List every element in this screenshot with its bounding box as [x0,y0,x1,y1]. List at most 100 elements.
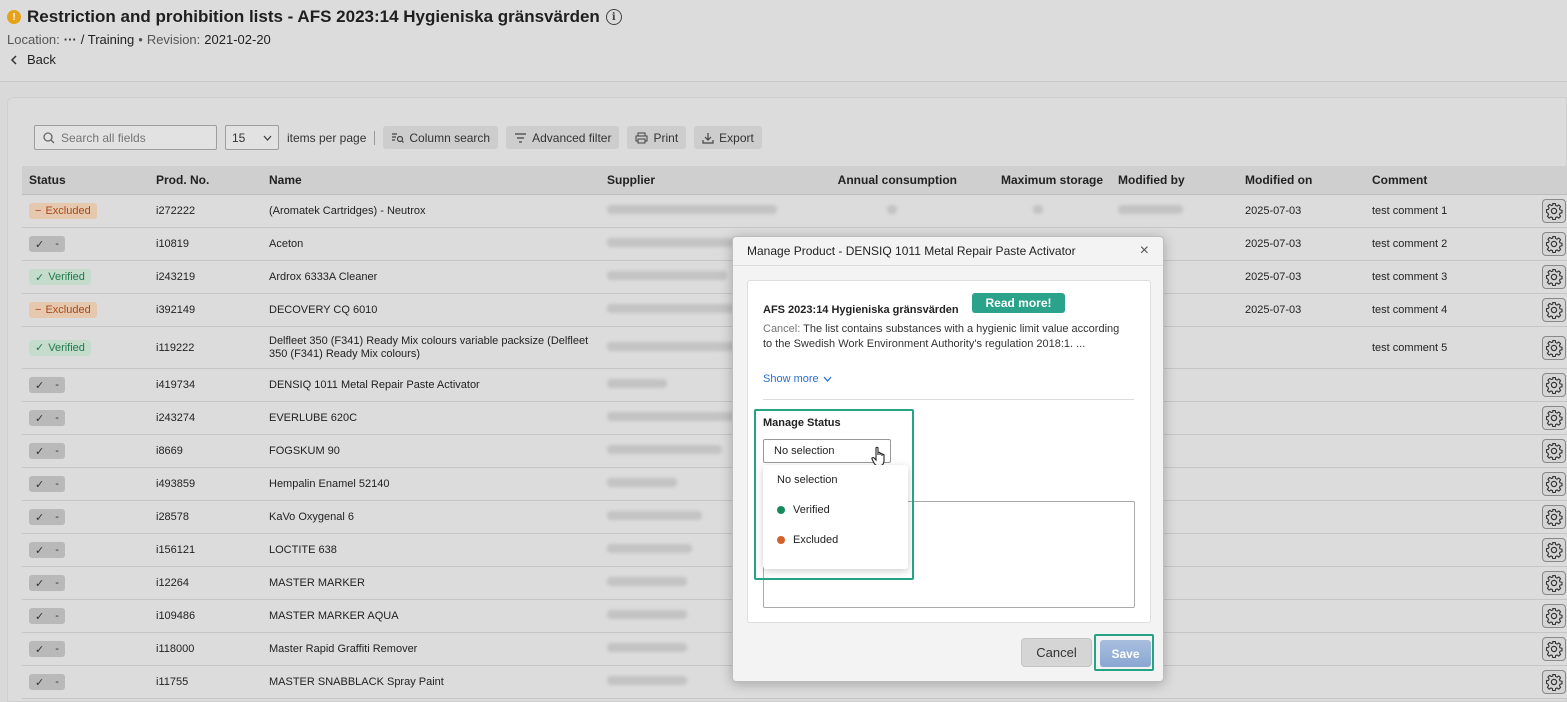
gear-icon [1545,376,1563,394]
column-search-label: Column search [409,130,491,145]
minus-icon: − [35,304,42,316]
cell-prod-no: i243274 [156,412,196,424]
cancel-button[interactable]: Cancel [1021,638,1092,667]
advanced-filter-button[interactable]: Advanced filter [506,126,620,149]
export-button[interactable]: Export [694,126,762,149]
row-settings-button[interactable] [1542,265,1566,289]
close-icon[interactable]: × [1140,242,1149,260]
status-badge-label: - [55,577,59,589]
show-more-link[interactable]: Show more [763,373,832,385]
advanced-filter-label: Advanced filter [532,130,612,145]
export-icon [702,132,714,144]
col-prod-no[interactable]: Prod. No. [148,173,262,187]
col-modified-on[interactable]: Modified on [1238,173,1365,187]
cell-status: ✓ - [22,674,148,690]
read-more-button[interactable]: Read more! [972,293,1065,313]
row-settings-button[interactable] [1542,199,1566,223]
cell-modified-on: 2025-07-03 [1245,304,1302,316]
status-badge-label: - [55,478,59,490]
description-text: The list contains substances with a hygi… [763,323,1120,350]
row-settings-button[interactable] [1542,406,1566,430]
info-icon[interactable]: i [605,9,622,25]
col-name[interactable]: Name [262,173,607,187]
location-ellipsis-button[interactable]: ··· [64,32,77,47]
row-settings-button[interactable] [1542,335,1566,360]
col-annual-consumption[interactable]: Annual consumption [821,173,965,187]
gear-icon [1545,409,1563,427]
meta-bullet: • [138,32,143,47]
per-page-value: 15 [232,130,246,145]
status-badge-label: - [55,238,59,250]
list-description: Cancel: The list contains substances wit… [763,322,1123,352]
column-search-button[interactable]: Column search [383,126,499,149]
gear-icon [1545,673,1563,691]
row-settings-button[interactable] [1542,439,1566,463]
row-settings-button[interactable] [1542,505,1566,529]
print-button[interactable]: Print [627,126,687,149]
status-badge-excluded: − Excluded [29,203,97,219]
check-icon: ✓ [35,544,45,557]
modal-header: Manage Product - DENSIQ 1011 Metal Repai… [733,237,1163,266]
status-badge-label: Excluded [45,205,91,217]
cell-modified-on: 2025-07-03 [1245,205,1302,217]
cell-status: − Excluded [22,203,148,219]
chevron-left-icon [10,54,17,65]
cell-name: DECOVERY CQ 6010 [269,303,378,316]
cell-supplier-redacted [607,205,821,217]
row-settings-button[interactable] [1542,604,1566,628]
cell-name: DENSIQ 1011 Metal Repair Paste Activator [269,378,480,391]
toolbar-separator [374,130,376,145]
col-comment[interactable]: Comment [1365,173,1515,187]
save-highlight-box [1094,634,1154,671]
status-badge-verified: ✓ Verified [29,269,91,285]
cell-actions [1515,373,1567,397]
printer-icon [635,132,648,143]
row-settings-button[interactable] [1542,472,1566,496]
cell-prod-no: i156121 [156,544,196,556]
cell-status: ✓ - [22,377,148,393]
chevron-down-icon [823,376,832,382]
location-path[interactable]: / Training [81,32,134,47]
status-badge-label: - [55,643,59,655]
row-settings-button[interactable] [1542,232,1566,256]
cell-status: ✓ - [22,509,148,525]
col-status[interactable]: Status [22,173,148,187]
cell-prod-no: i493859 [156,478,196,490]
row-settings-button[interactable] [1542,298,1566,322]
check-icon: ✓ [35,577,45,590]
table-header: Status Prod. No. Name Supplier Annual co… [22,166,1567,195]
row-settings-button[interactable] [1542,373,1566,397]
row-settings-button[interactable] [1542,637,1566,661]
col-maximum-storage[interactable]: Maximum storage [965,173,1111,187]
cell-actions [1515,439,1567,463]
back-link[interactable]: Back [10,52,56,67]
cell-name: (Aromatek Cartridges) - Neutrox [269,204,426,217]
list-title: AFS 2023:14 Hygieniska gränsvärden [763,304,959,316]
status-badge-none: ✓ - [29,575,65,591]
row-settings-button[interactable] [1542,670,1566,694]
modal-title: Manage Product - DENSIQ 1011 Metal Repai… [747,244,1076,258]
check-icon: ✓ [35,676,45,689]
col-modified-by[interactable]: Modified by [1111,173,1238,187]
search-input[interactable] [61,130,211,145]
print-label: Print [653,130,679,145]
cell-name: MASTER MARKER AQUA [269,609,399,622]
cell-prod-no: i392149 [156,304,196,316]
row-settings-button[interactable] [1542,538,1566,562]
cell-actions [1515,232,1567,256]
cell-prod-no: i28578 [156,511,190,523]
gear-icon [1545,541,1563,559]
search-box[interactable] [34,125,217,150]
col-supplier[interactable]: Supplier [607,173,821,187]
cell-comment: test comment 1 [1372,205,1448,217]
table-row[interactable]: − Excluded i272222 (Aromatek Cartridges) … [22,195,1567,228]
status-badge-none: ✓ - [29,236,65,252]
row-settings-button[interactable] [1542,571,1566,595]
status-badge-verified: ✓ Verified [29,339,91,356]
page-title: Restriction and prohibition lists - AFS … [27,7,600,26]
filter-icon [515,132,527,143]
cell-actions [1515,604,1567,628]
items-per-page-select[interactable]: 15 [225,125,279,150]
cell-name: MASTER SNABBLACK Spray Paint [269,675,444,688]
column-search-icon [392,132,405,143]
